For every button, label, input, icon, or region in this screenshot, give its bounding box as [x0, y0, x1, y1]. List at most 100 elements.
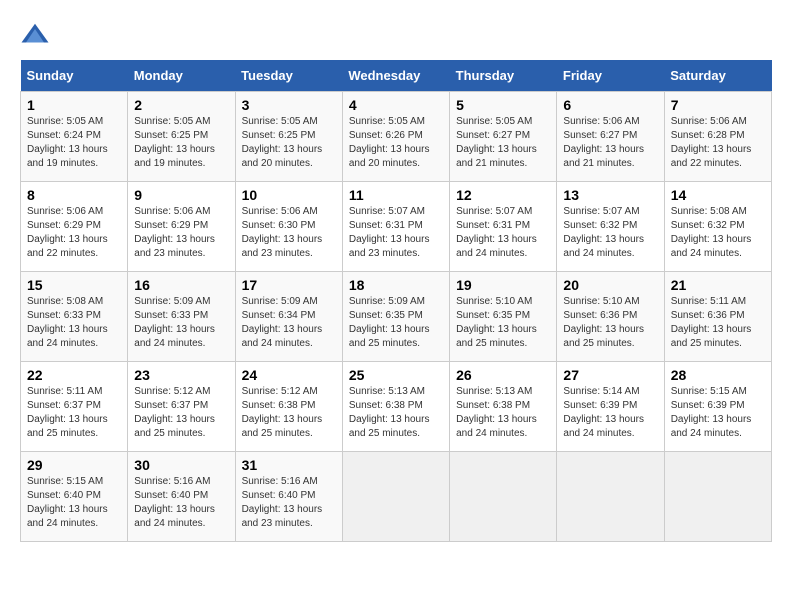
day-number: 2: [134, 97, 228, 113]
week-row-4: 22 Sunrise: 5:11 AM Sunset: 6:37 PM Dayl…: [21, 362, 772, 452]
day-cell-23: 23 Sunrise: 5:12 AM Sunset: 6:37 PM Dayl…: [128, 362, 235, 452]
day-cell-30: 30 Sunrise: 5:16 AM Sunset: 6:40 PM Dayl…: [128, 452, 235, 542]
day-cell-15: 15 Sunrise: 5:08 AM Sunset: 6:33 PM Dayl…: [21, 272, 128, 362]
day-number: 18: [349, 277, 443, 293]
day-cell-18: 18 Sunrise: 5:09 AM Sunset: 6:35 PM Dayl…: [342, 272, 449, 362]
weekday-header-thursday: Thursday: [450, 60, 557, 92]
day-cell-6: 6 Sunrise: 5:06 AM Sunset: 6:27 PM Dayli…: [557, 92, 664, 182]
day-cell-25: 25 Sunrise: 5:13 AM Sunset: 6:38 PM Dayl…: [342, 362, 449, 452]
weekday-header-tuesday: Tuesday: [235, 60, 342, 92]
day-number: 7: [671, 97, 765, 113]
day-cell-31: 31 Sunrise: 5:16 AM Sunset: 6:40 PM Dayl…: [235, 452, 342, 542]
day-detail: Sunrise: 5:05 AM Sunset: 6:25 PM Dayligh…: [242, 115, 336, 171]
day-detail: Sunrise: 5:09 AM Sunset: 6:34 PM Dayligh…: [242, 295, 336, 351]
day-detail: Sunrise: 5:06 AM Sunset: 6:27 PM Dayligh…: [563, 115, 657, 171]
day-detail: Sunrise: 5:08 AM Sunset: 6:32 PM Dayligh…: [671, 205, 765, 261]
day-number: 14: [671, 187, 765, 203]
weekday-header-saturday: Saturday: [664, 60, 771, 92]
day-detail: Sunrise: 5:06 AM Sunset: 6:29 PM Dayligh…: [27, 205, 121, 261]
weekday-header-sunday: Sunday: [21, 60, 128, 92]
day-cell-27: 27 Sunrise: 5:14 AM Sunset: 6:39 PM Dayl…: [557, 362, 664, 452]
day-cell-21: 21 Sunrise: 5:11 AM Sunset: 6:36 PM Dayl…: [664, 272, 771, 362]
day-cell-28: 28 Sunrise: 5:15 AM Sunset: 6:39 PM Dayl…: [664, 362, 771, 452]
day-cell-2: 2 Sunrise: 5:05 AM Sunset: 6:25 PM Dayli…: [128, 92, 235, 182]
day-detail: Sunrise: 5:10 AM Sunset: 6:36 PM Dayligh…: [563, 295, 657, 351]
day-number: 29: [27, 457, 121, 473]
empty-cell: [342, 452, 449, 542]
day-detail: Sunrise: 5:06 AM Sunset: 6:30 PM Dayligh…: [242, 205, 336, 261]
day-detail: Sunrise: 5:05 AM Sunset: 6:24 PM Dayligh…: [27, 115, 121, 171]
weekday-header-friday: Friday: [557, 60, 664, 92]
day-cell-22: 22 Sunrise: 5:11 AM Sunset: 6:37 PM Dayl…: [21, 362, 128, 452]
day-number: 17: [242, 277, 336, 293]
day-number: 6: [563, 97, 657, 113]
day-detail: Sunrise: 5:05 AM Sunset: 6:26 PM Dayligh…: [349, 115, 443, 171]
day-detail: Sunrise: 5:06 AM Sunset: 6:29 PM Dayligh…: [134, 205, 228, 261]
day-cell-8: 8 Sunrise: 5:06 AM Sunset: 6:29 PM Dayli…: [21, 182, 128, 272]
day-cell-13: 13 Sunrise: 5:07 AM Sunset: 6:32 PM Dayl…: [557, 182, 664, 272]
week-row-1: 1 Sunrise: 5:05 AM Sunset: 6:24 PM Dayli…: [21, 92, 772, 182]
day-detail: Sunrise: 5:09 AM Sunset: 6:35 PM Dayligh…: [349, 295, 443, 351]
weekday-header-wednesday: Wednesday: [342, 60, 449, 92]
day-detail: Sunrise: 5:10 AM Sunset: 6:35 PM Dayligh…: [456, 295, 550, 351]
day-cell-17: 17 Sunrise: 5:09 AM Sunset: 6:34 PM Dayl…: [235, 272, 342, 362]
day-cell-16: 16 Sunrise: 5:09 AM Sunset: 6:33 PM Dayl…: [128, 272, 235, 362]
day-number: 12: [456, 187, 550, 203]
day-number: 8: [27, 187, 121, 203]
page-header: [20, 20, 772, 50]
day-cell-7: 7 Sunrise: 5:06 AM Sunset: 6:28 PM Dayli…: [664, 92, 771, 182]
empty-cell: [450, 452, 557, 542]
day-detail: Sunrise: 5:05 AM Sunset: 6:25 PM Dayligh…: [134, 115, 228, 171]
week-row-2: 8 Sunrise: 5:06 AM Sunset: 6:29 PM Dayli…: [21, 182, 772, 272]
day-number: 1: [27, 97, 121, 113]
day-number: 15: [27, 277, 121, 293]
day-number: 30: [134, 457, 228, 473]
day-detail: Sunrise: 5:05 AM Sunset: 6:27 PM Dayligh…: [456, 115, 550, 171]
day-detail: Sunrise: 5:11 AM Sunset: 6:37 PM Dayligh…: [27, 385, 121, 441]
day-detail: Sunrise: 5:07 AM Sunset: 6:31 PM Dayligh…: [456, 205, 550, 261]
day-detail: Sunrise: 5:16 AM Sunset: 6:40 PM Dayligh…: [242, 475, 336, 531]
day-number: 19: [456, 277, 550, 293]
day-number: 16: [134, 277, 228, 293]
day-cell-12: 12 Sunrise: 5:07 AM Sunset: 6:31 PM Dayl…: [450, 182, 557, 272]
day-number: 27: [563, 367, 657, 383]
day-number: 26: [456, 367, 550, 383]
day-detail: Sunrise: 5:12 AM Sunset: 6:37 PM Dayligh…: [134, 385, 228, 441]
day-detail: Sunrise: 5:13 AM Sunset: 6:38 PM Dayligh…: [349, 385, 443, 441]
day-number: 25: [349, 367, 443, 383]
day-detail: Sunrise: 5:08 AM Sunset: 6:33 PM Dayligh…: [27, 295, 121, 351]
day-number: 24: [242, 367, 336, 383]
day-number: 3: [242, 97, 336, 113]
day-number: 20: [563, 277, 657, 293]
day-number: 9: [134, 187, 228, 203]
day-number: 21: [671, 277, 765, 293]
day-cell-29: 29 Sunrise: 5:15 AM Sunset: 6:40 PM Dayl…: [21, 452, 128, 542]
day-number: 5: [456, 97, 550, 113]
logo-icon: [20, 20, 50, 50]
day-detail: Sunrise: 5:07 AM Sunset: 6:32 PM Dayligh…: [563, 205, 657, 261]
day-cell-24: 24 Sunrise: 5:12 AM Sunset: 6:38 PM Dayl…: [235, 362, 342, 452]
weekday-header-monday: Monday: [128, 60, 235, 92]
day-cell-4: 4 Sunrise: 5:05 AM Sunset: 6:26 PM Dayli…: [342, 92, 449, 182]
week-row-5: 29 Sunrise: 5:15 AM Sunset: 6:40 PM Dayl…: [21, 452, 772, 542]
day-detail: Sunrise: 5:15 AM Sunset: 6:40 PM Dayligh…: [27, 475, 121, 531]
day-cell-9: 9 Sunrise: 5:06 AM Sunset: 6:29 PM Dayli…: [128, 182, 235, 272]
day-cell-19: 19 Sunrise: 5:10 AM Sunset: 6:35 PM Dayl…: [450, 272, 557, 362]
day-detail: Sunrise: 5:14 AM Sunset: 6:39 PM Dayligh…: [563, 385, 657, 441]
day-detail: Sunrise: 5:13 AM Sunset: 6:38 PM Dayligh…: [456, 385, 550, 441]
day-cell-3: 3 Sunrise: 5:05 AM Sunset: 6:25 PM Dayli…: [235, 92, 342, 182]
day-detail: Sunrise: 5:15 AM Sunset: 6:39 PM Dayligh…: [671, 385, 765, 441]
day-detail: Sunrise: 5:06 AM Sunset: 6:28 PM Dayligh…: [671, 115, 765, 171]
day-cell-26: 26 Sunrise: 5:13 AM Sunset: 6:38 PM Dayl…: [450, 362, 557, 452]
day-detail: Sunrise: 5:12 AM Sunset: 6:38 PM Dayligh…: [242, 385, 336, 441]
day-number: 22: [27, 367, 121, 383]
day-detail: Sunrise: 5:09 AM Sunset: 6:33 PM Dayligh…: [134, 295, 228, 351]
day-cell-11: 11 Sunrise: 5:07 AM Sunset: 6:31 PM Dayl…: [342, 182, 449, 272]
logo: [20, 20, 54, 50]
calendar-table: SundayMondayTuesdayWednesdayThursdayFrid…: [20, 60, 772, 542]
day-number: 11: [349, 187, 443, 203]
day-detail: Sunrise: 5:07 AM Sunset: 6:31 PM Dayligh…: [349, 205, 443, 261]
day-cell-14: 14 Sunrise: 5:08 AM Sunset: 6:32 PM Dayl…: [664, 182, 771, 272]
day-cell-5: 5 Sunrise: 5:05 AM Sunset: 6:27 PM Dayli…: [450, 92, 557, 182]
day-detail: Sunrise: 5:11 AM Sunset: 6:36 PM Dayligh…: [671, 295, 765, 351]
